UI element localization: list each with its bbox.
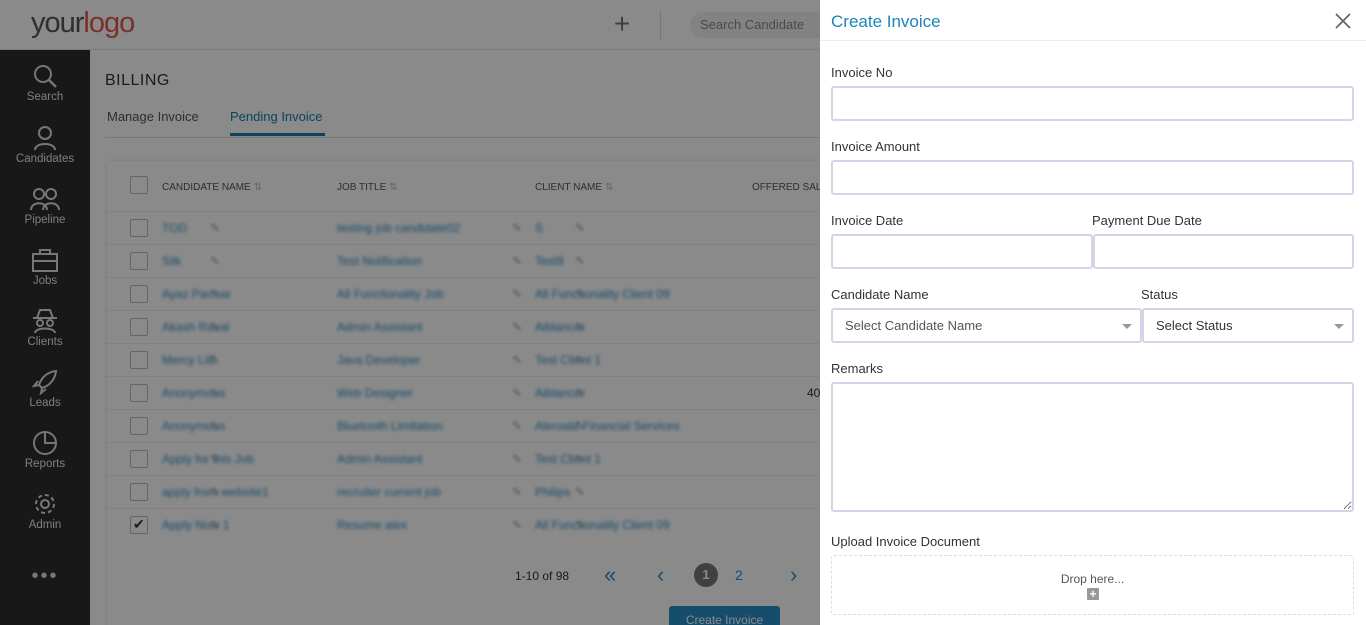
upload-document-label: Upload Invoice Document bbox=[831, 534, 980, 549]
document-dropzone[interactable]: Drop here... + bbox=[831, 555, 1354, 615]
dropzone-text: Drop here... bbox=[1060, 572, 1125, 586]
invoice-amount-label: Invoice Amount bbox=[831, 139, 920, 154]
create-invoice-drawer: Create Invoice Invoice No Invoice Amount… bbox=[820, 0, 1366, 625]
remarks-label: Remarks bbox=[831, 361, 884, 376]
status-label: Status bbox=[1141, 287, 1178, 302]
invoice-no-input[interactable] bbox=[831, 86, 1354, 121]
close-icon[interactable] bbox=[1332, 10, 1354, 32]
invoice-amount-input[interactable] bbox=[831, 160, 1354, 195]
status-select[interactable]: Select Status bbox=[1142, 308, 1354, 343]
modal-backdrop[interactable] bbox=[0, 0, 820, 625]
payment-due-date-input[interactable] bbox=[1093, 234, 1354, 269]
invoice-date-input[interactable] bbox=[831, 234, 1093, 269]
remarks-textarea[interactable] bbox=[831, 382, 1354, 512]
candidate-name-select[interactable]: Select Candidate Name bbox=[831, 308, 1142, 343]
chevron-down-icon bbox=[1334, 324, 1344, 329]
drawer-title: Create Invoice bbox=[831, 12, 941, 31]
payment-due-date-label: Payment Due Date bbox=[1092, 213, 1202, 228]
invoice-no-label: Invoice No bbox=[831, 65, 893, 80]
drawer-divider bbox=[820, 40, 1366, 41]
chevron-down-icon bbox=[1122, 324, 1132, 329]
add-file-icon[interactable]: + bbox=[1087, 588, 1099, 600]
candidate-name-label: Candidate Name bbox=[831, 287, 929, 302]
invoice-date-label: Invoice Date bbox=[831, 213, 904, 228]
